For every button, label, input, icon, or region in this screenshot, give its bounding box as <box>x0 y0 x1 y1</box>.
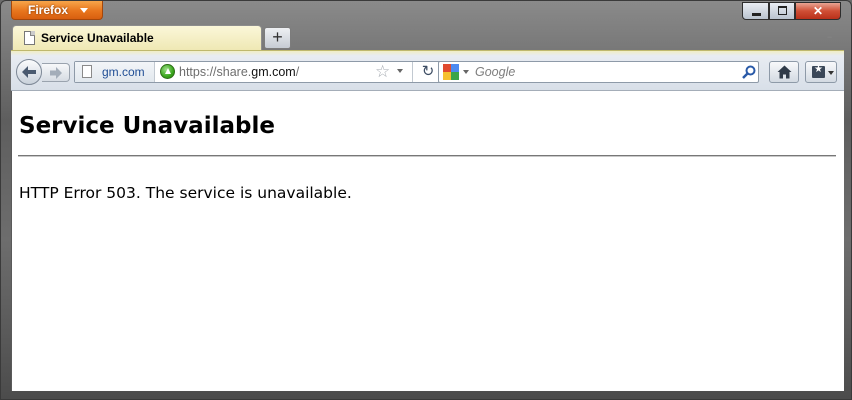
url-suffix: / <box>295 65 300 79</box>
secure-globe-icon <box>160 64 175 79</box>
firefox-menu-label: Firefox <box>28 3 69 17</box>
page-icon <box>24 31 35 45</box>
page-icon <box>82 65 92 78</box>
chevron-down-icon <box>828 71 834 75</box>
new-tab-button[interactable]: + <box>264 27 291 49</box>
bookmark-star-icon[interactable]: ☆ <box>375 62 390 82</box>
url-host: gm.com <box>251 65 296 79</box>
tab-label: Service Unavailable <box>41 31 154 45</box>
chevron-down-icon <box>80 8 88 13</box>
divider <box>18 155 836 157</box>
minimize-button[interactable] <box>742 2 769 20</box>
tab-service-unavailable[interactable]: Service Unavailable <box>12 25 262 50</box>
site-identity-button[interactable]: gm.com <box>75 62 155 82</box>
url-history-dropdown-icon[interactable] <box>397 69 403 73</box>
bookmarks-menu-button[interactable] <box>805 61 837 83</box>
tab-list-icon[interactable]: − <box>827 32 837 42</box>
close-window-button[interactable] <box>795 2 841 20</box>
url-bar[interactable]: gm.com https://share.gm.com/ ☆ ↻ <box>74 61 442 83</box>
firefox-menu-button[interactable]: Firefox <box>11 1 103 20</box>
home-button[interactable] <box>769 61 799 83</box>
page-content: Service Unavailable HTTP Error 503. The … <box>11 91 844 391</box>
back-arrow-icon <box>22 66 36 78</box>
google-icon[interactable] <box>443 64 459 80</box>
search-icon[interactable] <box>742 65 756 79</box>
page-title: Service Unavailable <box>19 113 275 139</box>
navigation-toolbar: gm.com https://share.gm.com/ ☆ ↻ Google <box>11 50 844 91</box>
back-button[interactable] <box>16 59 42 85</box>
identity-domain: gm.com <box>102 65 145 79</box>
maximize-button[interactable] <box>769 2 795 20</box>
url-prefix: https://share. <box>179 65 252 79</box>
browser-window: Firefox Service Unavailable + − gm.com h… <box>0 0 852 400</box>
error-message: HTTP Error 503. The service is unavailab… <box>19 184 352 202</box>
search-engine-dropdown-icon[interactable] <box>463 70 469 74</box>
home-icon <box>777 65 792 79</box>
search-input[interactable]: Google <box>475 65 515 79</box>
url-text[interactable]: https://share.gm.com/ <box>179 65 299 79</box>
forward-arrow-icon <box>50 67 62 79</box>
bookmarks-menu-icon <box>812 64 825 78</box>
forward-button[interactable] <box>42 63 70 82</box>
search-bar[interactable]: Google <box>438 61 759 83</box>
